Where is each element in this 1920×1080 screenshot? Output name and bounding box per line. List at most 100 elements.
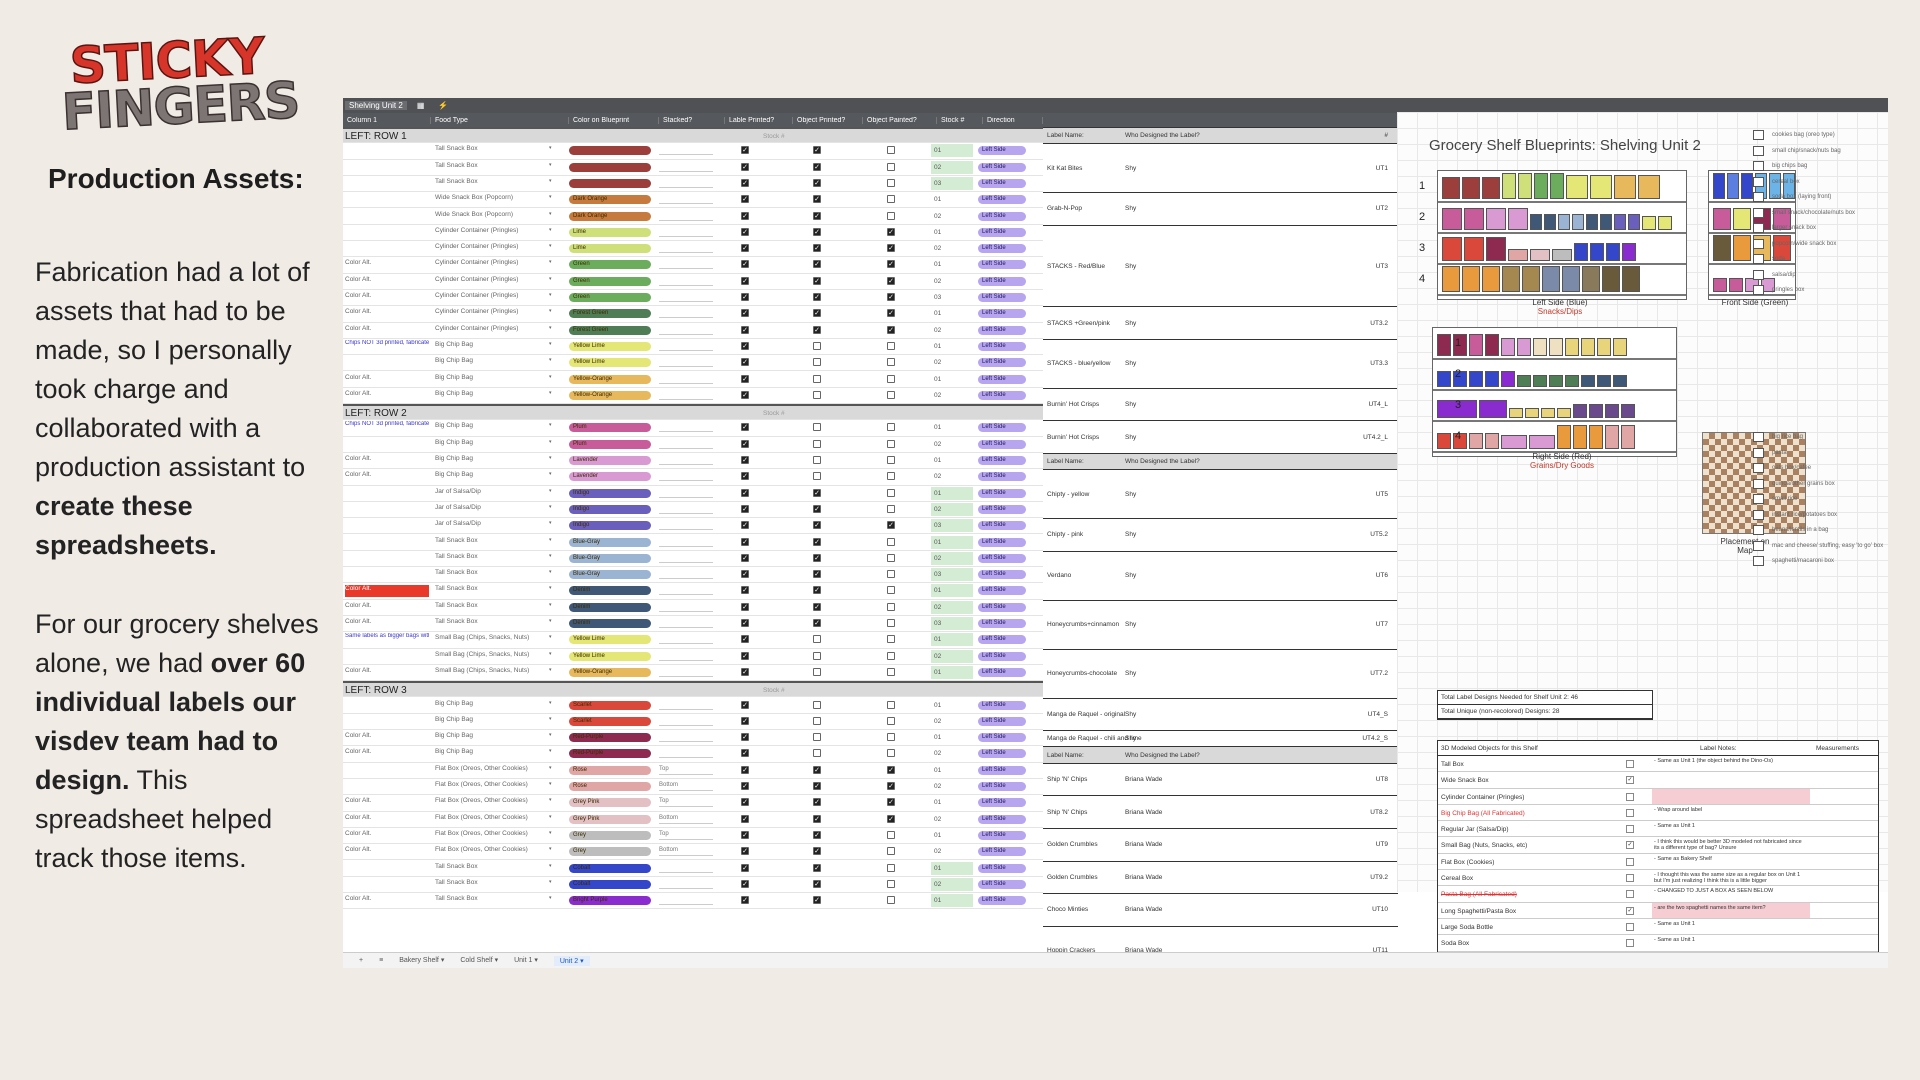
checkbox[interactable] [813, 439, 821, 448]
color-chip[interactable]: Scarlet [569, 716, 651, 726]
checkbox[interactable]: ✓ [741, 472, 749, 481]
lightning-icon[interactable]: ⚡ [434, 101, 452, 110]
dropdown-arrow-icon[interactable]: ▾ [549, 325, 552, 331]
checkbox[interactable]: ✓ [813, 537, 821, 546]
direction-dropdown[interactable]: Left Side [978, 700, 1026, 710]
color-chip[interactable] [569, 146, 651, 156]
checkbox[interactable]: ✓ [741, 146, 749, 155]
direction-dropdown[interactable]: Left Side [978, 667, 1026, 677]
direction-dropdown[interactable]: Left Side [978, 260, 1026, 270]
stock-number[interactable]: 01 [931, 633, 973, 647]
stock-number[interactable]: 02 [931, 502, 973, 516]
object-checkbox[interactable]: ✓ [1626, 776, 1634, 785]
stacked-dropdown[interactable] [659, 212, 713, 221]
stock-number[interactable]: 01 [931, 486, 973, 500]
stock-number[interactable]: 01 [931, 829, 973, 842]
stock-number[interactable]: 02 [931, 600, 973, 614]
stock-number[interactable]: 01 [931, 373, 973, 386]
table-icon[interactable]: ▦ [413, 101, 429, 110]
checkbox[interactable]: ✓ [741, 390, 749, 399]
stock-number[interactable]: 02 [931, 275, 973, 288]
dropdown-arrow-icon[interactable]: ▾ [549, 667, 552, 673]
checkbox[interactable]: ✓ [813, 227, 821, 236]
food-type-cell[interactable]: Tall Snack Box [435, 895, 535, 902]
dropdown-arrow-icon[interactable]: ▾ [549, 537, 552, 543]
stacked-dropdown[interactable] [659, 652, 713, 661]
checkbox[interactable]: ✓ [741, 325, 749, 334]
stock-number[interactable]: 03 [931, 176, 973, 190]
food-type-cell[interactable]: Big Chip Bag [435, 732, 535, 739]
checkbox[interactable]: ✓ [813, 211, 821, 220]
dropdown-arrow-icon[interactable]: ▾ [549, 243, 552, 249]
color-chip[interactable]: Dark Orange [569, 211, 651, 221]
color-chip[interactable]: Denim [569, 586, 651, 596]
stacked-dropdown[interactable] [659, 668, 713, 677]
checkbox[interactable]: ✓ [813, 765, 821, 774]
stock-number[interactable]: 03 [931, 291, 973, 304]
direction-dropdown[interactable]: Left Side [978, 749, 1026, 759]
dropdown-arrow-icon[interactable]: ▾ [549, 276, 552, 282]
checkbox[interactable]: ✓ [741, 586, 749, 595]
checkbox[interactable] [887, 504, 895, 513]
direction-dropdown[interactable]: Left Side [978, 716, 1026, 726]
food-type-cell[interactable]: Tall Snack Box [435, 162, 535, 169]
dropdown-arrow-icon[interactable]: ▾ [549, 830, 552, 836]
stock-number[interactable]: 02 [931, 160, 973, 174]
food-type-cell[interactable]: Cylinder Container (Pringles) [435, 276, 535, 283]
dropdown-arrow-icon[interactable]: ▾ [549, 879, 552, 885]
checkbox[interactable] [887, 341, 895, 350]
food-type-cell[interactable]: Flat Box (Oreos, Other Cookies) [435, 765, 535, 772]
checkbox[interactable]: ✓ [887, 521, 895, 530]
stacked-dropdown[interactable] [659, 896, 713, 906]
checkbox[interactable] [813, 700, 821, 709]
color-chip[interactable]: Lime [569, 227, 651, 237]
stock-number[interactable]: 01 [931, 665, 973, 679]
checkbox[interactable] [813, 341, 821, 350]
checkbox[interactable] [887, 602, 895, 611]
object-checkbox[interactable] [1626, 808, 1634, 817]
food-type-cell[interactable]: Tall Snack Box [435, 569, 535, 576]
food-type-cell[interactable]: Big Chip Bag [435, 422, 535, 429]
checkbox[interactable]: ✓ [813, 570, 821, 579]
direction-dropdown[interactable]: Left Side [978, 293, 1026, 302]
stacked-dropdown[interactable]: Bottom [659, 847, 713, 857]
checkbox[interactable] [887, 390, 895, 399]
checkbox[interactable] [887, 896, 895, 905]
stock-number[interactable]: 01 [931, 861, 973, 875]
stock-number[interactable]: 02 [931, 715, 973, 728]
dropdown-arrow-icon[interactable]: ▾ [549, 390, 552, 396]
color-chip[interactable]: Yellow-Orange [569, 667, 651, 677]
object-checkbox[interactable] [1626, 792, 1634, 801]
checkbox[interactable]: ✓ [813, 896, 821, 905]
food-type-cell[interactable]: Flat Box (Oreos, Other Cookies) [435, 781, 535, 788]
dropdown-arrow-icon[interactable]: ▾ [549, 162, 552, 168]
direction-dropdown[interactable]: Left Side [978, 146, 1026, 156]
stacked-dropdown[interactable]: Top [659, 831, 713, 840]
checkbox[interactable] [887, 667, 895, 676]
food-type-cell[interactable]: Flat Box (Oreos, Other Cookies) [435, 797, 535, 804]
stacked-dropdown[interactable] [659, 277, 713, 286]
stacked-dropdown[interactable] [659, 472, 713, 482]
checkbox[interactable]: ✓ [813, 146, 821, 155]
checkbox[interactable]: ✓ [887, 782, 895, 790]
direction-dropdown[interactable]: Left Side [978, 178, 1026, 188]
color-chip[interactable]: Grey [569, 830, 651, 840]
direction-dropdown[interactable]: Left Side [978, 504, 1026, 514]
food-type-cell[interactable]: Wide Snack Box (Popcorn) [435, 194, 535, 201]
checkbox[interactable]: ✓ [813, 276, 821, 285]
direction-dropdown[interactable]: Left Side [978, 390, 1026, 400]
direction-dropdown[interactable]: Left Side [978, 765, 1026, 775]
stacked-dropdown[interactable] [659, 195, 713, 205]
direction-dropdown[interactable]: Left Side [978, 879, 1026, 889]
checkbox[interactable]: ✓ [813, 798, 821, 807]
checkbox[interactable]: ✓ [887, 798, 895, 807]
stacked-dropdown[interactable] [659, 586, 713, 596]
checkbox[interactable] [813, 456, 821, 464]
checkbox[interactable]: ✓ [741, 879, 749, 888]
dropdown-arrow-icon[interactable]: ▾ [549, 716, 552, 722]
stock-number[interactable]: 02 [931, 877, 973, 891]
dropdown-arrow-icon[interactable]: ▾ [549, 602, 552, 608]
dropdown-arrow-icon[interactable]: ▾ [549, 748, 552, 754]
dropdown-arrow-icon[interactable]: ▾ [549, 781, 552, 787]
direction-dropdown[interactable]: Left Side [978, 472, 1026, 482]
